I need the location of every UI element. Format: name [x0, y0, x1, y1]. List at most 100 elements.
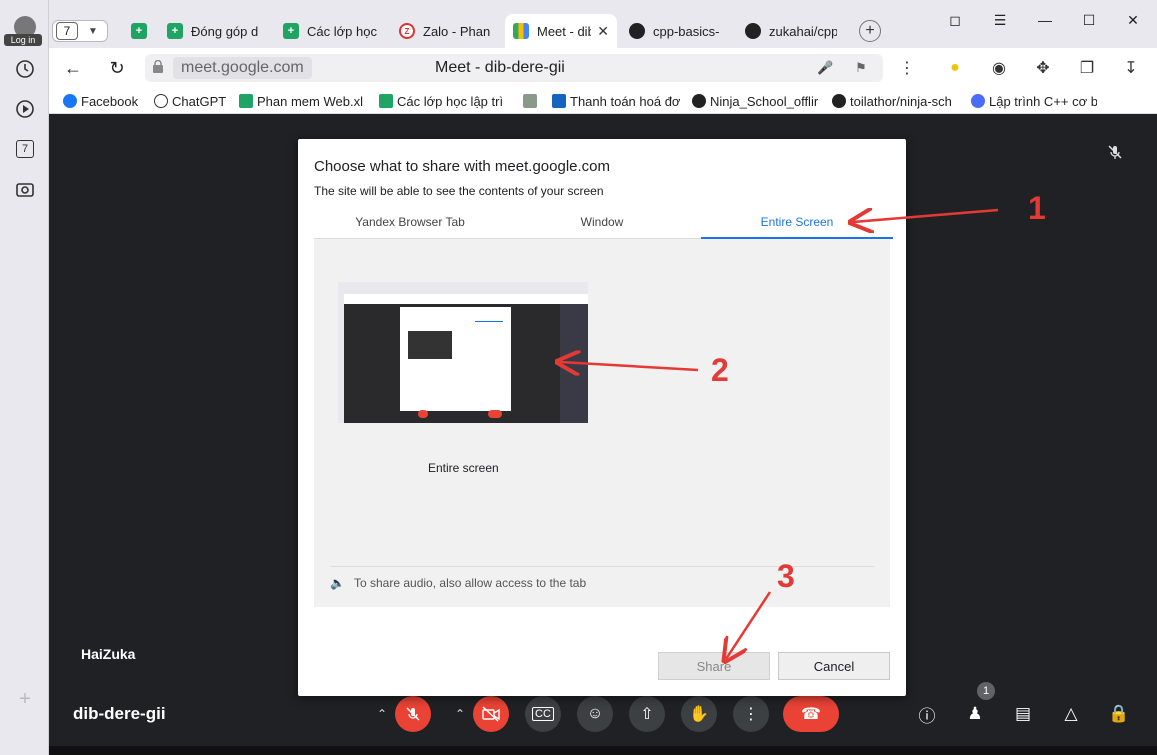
more-vert-icon: ⋮ [743, 706, 759, 723]
calendar-icon[interactable]: 7 [12, 136, 38, 162]
mic-off-icon [1107, 144, 1123, 163]
tab-item-active[interactable]: Meet - dib ✕ [505, 14, 617, 48]
tab-browser-tab[interactable]: Yandex Browser Tab [314, 209, 506, 239]
github-icon [692, 94, 706, 108]
share-button[interactable]: Share [658, 652, 770, 680]
image-icon [523, 94, 537, 108]
add-icon[interactable]: + [12, 686, 38, 712]
info-icon[interactable]: ⓘ [915, 702, 939, 726]
captions-button[interactable]: CC [525, 696, 561, 732]
bookmark-item[interactable]: Ninja_School_offlir [692, 92, 820, 110]
bookmark-icon[interactable]: ◻ [945, 10, 965, 30]
host-controls-icon[interactable]: 🔒 [1107, 702, 1131, 726]
download-icon[interactable]: ↧ [1121, 58, 1141, 78]
bookmark-add-icon[interactable]: ⚑ [853, 60, 869, 76]
bookmark-label: ChatGPT [172, 93, 227, 109]
calendar-badge: 7 [16, 140, 34, 158]
meeting-code: dib-dere-gii [73, 704, 166, 723]
hangup-button[interactable]: ☎ [783, 696, 839, 732]
tab-window[interactable]: Window [506, 209, 698, 239]
bookmark-label: Các lớp học lập trì [397, 93, 504, 109]
collections-icon[interactable]: ❐ [1077, 58, 1097, 78]
thumb-inner-preview [408, 331, 452, 359]
participant-name: HaiZuka [81, 646, 136, 662]
screen-preview-thumbnail[interactable] [338, 282, 588, 423]
bookmark-item[interactable]: Phan mem Web.xl [239, 92, 367, 110]
share-screen-dialog: Choose what to share with meet.google.co… [298, 139, 906, 696]
lock-icon [153, 60, 163, 73]
cpp-icon [971, 94, 985, 108]
annotation-number: 3 [777, 558, 795, 594]
bookmark-item[interactable] [523, 92, 543, 110]
sheets-icon [379, 94, 393, 108]
tab-label: cpp-basics- [653, 23, 720, 39]
tab-item[interactable]: + Đóng góp d [159, 14, 275, 48]
tab-item[interactable]: cpp-basics- [621, 14, 735, 48]
alice-icon[interactable]: ● [945, 58, 965, 78]
bookmark-item[interactable]: Các lớp học lập trì [379, 92, 507, 110]
cancel-button[interactable]: Cancel [778, 652, 890, 680]
facebook-icon [63, 94, 77, 108]
tab-strip: 7 ▼ + + Đóng góp d + Các lớp học Z Zalo … [49, 0, 1157, 48]
emoji-button[interactable]: ☺ [577, 696, 613, 732]
emoji-icon: ☺ [586, 705, 604, 722]
tab-item[interactable]: + Các lớp học [275, 14, 391, 48]
microphone-icon[interactable]: 🎤 [817, 60, 833, 76]
chat-icon[interactable]: ▤ [1011, 702, 1035, 726]
tab-entire-screen[interactable]: Entire Screen [701, 209, 893, 239]
reload-icon[interactable]: ↻ [106, 57, 128, 79]
url-domain: meet.google.com [173, 57, 312, 79]
page-title: Meet - dib-dere-gii [435, 59, 565, 76]
dialog-subtitle: The site will be able to see the content… [314, 184, 604, 198]
tab-group-button[interactable]: 7 ▼ [52, 20, 108, 42]
thumb-toolbar [338, 294, 588, 304]
activities-icon[interactable]: △ [1059, 702, 1083, 726]
bookmark-label: Thanh toán hoá đơ [570, 93, 680, 109]
screenshot-icon[interactable] [12, 176, 38, 202]
camera-toggle-button[interactable] [473, 696, 509, 732]
back-icon[interactable]: ← [62, 57, 84, 79]
extensions-icon[interactable]: ✥ [1033, 58, 1053, 78]
github-icon [745, 23, 761, 39]
camera-icon[interactable]: ◉ [989, 58, 1009, 78]
audio-note: 🔈 To share audio, also allow access to t… [330, 576, 586, 590]
payment-icon [552, 94, 566, 108]
tab-item[interactable]: Z Zalo - Phan [391, 14, 501, 48]
maximize-icon[interactable]: ☐ [1079, 10, 1099, 30]
new-tab-button[interactable]: + [859, 20, 881, 42]
login-label[interactable]: Log in [4, 34, 42, 46]
raise-hand-button[interactable]: ✋ [681, 696, 717, 732]
video-options-icon[interactable]: ⌃ [449, 696, 471, 732]
thumb-sidebar [338, 282, 344, 423]
audio-options-icon[interactable]: ⌃ [371, 696, 393, 732]
chevron-down-icon: ▼ [88, 25, 98, 37]
bookmark-item[interactable]: Facebook [63, 92, 143, 110]
mic-toggle-button[interactable] [395, 696, 431, 732]
address-bar[interactable]: meet.google.com Meet - dib-dere-gii 🎤 ⚑ [145, 54, 883, 82]
bookmark-item[interactable]: toilathor/ninja-sch [832, 92, 956, 110]
people-icon[interactable]: ♟ [963, 702, 987, 726]
more-vert-icon[interactable]: ⋮ [897, 58, 917, 78]
bookmark-item[interactable]: ChatGPT [154, 92, 230, 110]
play-icon[interactable] [12, 96, 38, 122]
bookmark-item[interactable]: Thanh toán hoá đơ [552, 92, 680, 110]
people-count-badge: 1 [977, 682, 995, 700]
tab-label: zukahai/cpp [769, 23, 837, 39]
bookmark-item[interactable]: Lập trình C++ cơ bả [971, 92, 1097, 110]
menu-icon[interactable]: ☰ [990, 10, 1010, 30]
video-off-icon [482, 706, 500, 722]
close-icon[interactable]: ✕ [597, 23, 609, 40]
thumb-right-panel [560, 304, 588, 423]
share-source-tabs: Yandex Browser Tab Window Entire Screen [314, 209, 893, 239]
tab-label: Đóng góp d [191, 23, 259, 39]
history-icon[interactable] [12, 56, 38, 82]
sheets-icon: + [283, 23, 299, 39]
tab-item[interactable]: zukahai/cpp [737, 14, 845, 48]
close-window-icon[interactable]: ✕ [1123, 10, 1143, 30]
tab-pinned-sheets[interactable]: + [123, 14, 161, 48]
present-button[interactable]: ⇧ [629, 696, 665, 732]
more-options-button[interactable]: ⋮ [733, 696, 769, 732]
annotation-number: 2 [711, 352, 729, 388]
minimize-icon[interactable]: — [1035, 10, 1055, 30]
thumb-mic-dot [418, 410, 428, 418]
